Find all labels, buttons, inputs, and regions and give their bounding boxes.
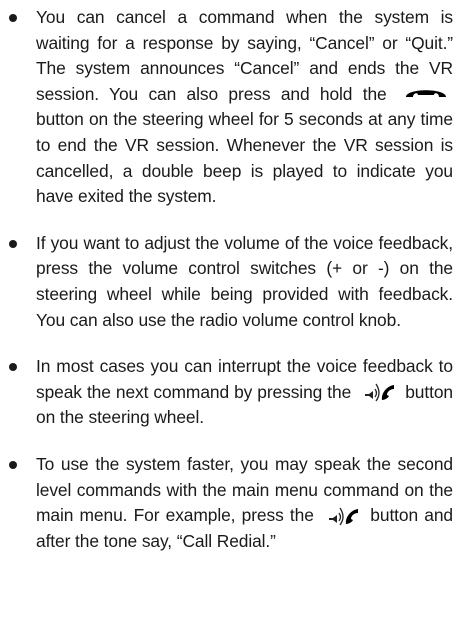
bullet-dot [9,14,17,22]
talk-icon [362,383,396,402]
bullet-interrupt-feedback: In most cases you can interrupt the voic… [0,354,463,431]
bullet-text: If you want to adjust the volume of the … [36,232,453,330]
manual-page: You can cancel a command when the system… [0,0,463,635]
talk-icon [326,507,360,526]
bullet-adjust-volume: If you want to adjust the volume of the … [0,231,463,333]
bullet-dot [9,460,17,469]
bullet-text-part: You can cancel a command when the system… [36,7,453,104]
phone-end-icon [403,90,449,100]
bullet-text-part: button on the steering wheel for 5 secon… [36,109,453,207]
bullet-cancel-command: You can cancel a command when the system… [0,5,463,210]
bullet-list: You can cancel a command when the system… [0,5,463,554]
bullet-dot [9,363,17,372]
bullet-dot [9,239,17,248]
bullet-second-level-commands: To use the system faster, you may speak … [0,452,463,554]
